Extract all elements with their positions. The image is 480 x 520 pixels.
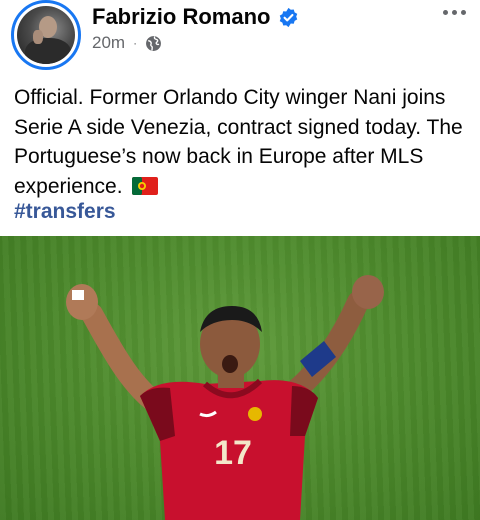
post-text: Official. Former Orlando City winger Nan… <box>14 83 469 201</box>
author-name-row: Fabrizio Romano <box>92 4 299 30</box>
post-meta: 20m · <box>92 33 162 53</box>
meta-separator: · <box>133 36 138 50</box>
globe-icon <box>146 35 162 51</box>
facebook-post: Fabrizio Romano 20m · Official. Former O… <box>0 0 480 520</box>
hashtag-link[interactable]: #transfers <box>14 200 116 224</box>
post-time[interactable]: 20m <box>92 33 125 53</box>
avatar-image <box>17 6 75 64</box>
author-name[interactable]: Fabrizio Romano <box>92 4 270 30</box>
player-celebration-image: 17 <box>66 275 384 520</box>
more-options-icon[interactable] <box>443 10 466 15</box>
profile-avatar[interactable] <box>11 0 81 70</box>
jersey-number: 17 <box>214 434 252 472</box>
portugal-flag-icon <box>132 176 159 195</box>
post-body: Official. Former Orlando City winger Nan… <box>14 86 463 198</box>
verified-badge-icon <box>280 7 298 27</box>
post-photo[interactable]: 17 <box>0 236 480 520</box>
